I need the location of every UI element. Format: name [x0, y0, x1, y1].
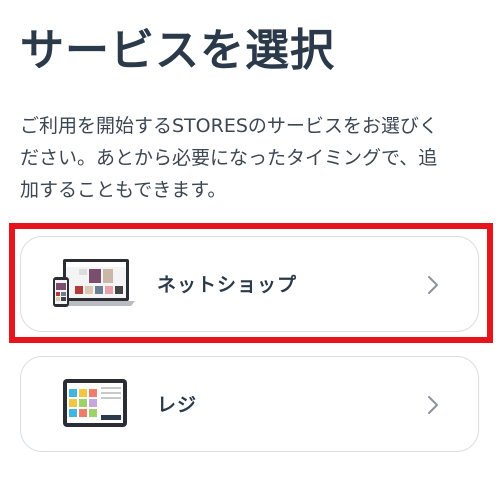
page-title: サービスを選択 — [20, 25, 335, 76]
intro-line: 加することもできます。 — [20, 179, 227, 201]
intro-text: ご利用を開始するSTORESのサービスをお選びく ださい。あとから必要になったタ… — [20, 110, 482, 206]
service-card-regi[interactable]: レジ — [20, 356, 479, 452]
service-label: レジ — [157, 394, 198, 416]
chevron-right-icon — [428, 396, 438, 414]
intro-line: ご利用を開始するSTORESのサービスをお選びく — [20, 115, 438, 137]
intro-line: ださい。あとから必要になったタイミングで、追 — [20, 147, 438, 169]
pos-tablet-icon — [63, 379, 127, 427]
selection-highlight — [9, 223, 493, 343]
